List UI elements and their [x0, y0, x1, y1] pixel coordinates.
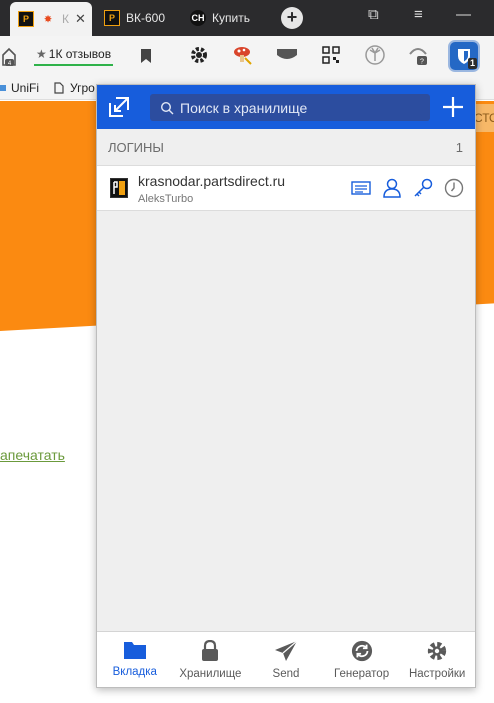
tab-kupit[interactable]: CH Купить [190, 4, 268, 32]
folder-icon [123, 642, 146, 659]
reviews-label: 1К отзывов [48, 47, 112, 61]
tab-vault[interactable]: Хранилище [173, 632, 249, 687]
star-icon: ★ [36, 47, 47, 61]
file-icon [54, 82, 64, 94]
copy-password-icon[interactable] [413, 178, 433, 198]
tab-label: Купить [212, 11, 250, 25]
item-username: AleksTurbo [138, 193, 194, 205]
new-tab-button[interactable]: + [281, 7, 303, 29]
site-favicon [110, 178, 128, 198]
copy-username-icon[interactable] [382, 178, 402, 198]
bookmark-icon[interactable] [136, 44, 156, 68]
cn-icon: CH [190, 10, 206, 26]
tab-settings[interactable]: Настройки [399, 632, 475, 687]
refresh-icon [351, 640, 372, 662]
bitwarden-extension-button[interactable]: 1 [448, 40, 480, 72]
vault-search [150, 94, 430, 121]
nav-label: Хранилище [179, 668, 242, 680]
qr-code-icon[interactable] [320, 44, 342, 66]
lock-icon [202, 640, 219, 661]
tab-send[interactable]: Send [248, 632, 324, 687]
nav-label: Генератор [334, 668, 390, 680]
gear-extension-icon[interactable] [188, 44, 210, 66]
autofill-icon[interactable] [351, 178, 371, 198]
tab-partsdirect[interactable]: P ✸ К ✕ [10, 2, 92, 36]
browser-toolbar: 4 ★ 1К отзывов ? 1 [0, 36, 494, 76]
help-extension-icon[interactable]: ? [407, 44, 429, 66]
tab-label: К [62, 12, 69, 26]
section-header-logins: ЛОГИНЫ 1 [97, 129, 475, 165]
popout-icon[interactable] [107, 95, 131, 119]
browser-tab-bar: P ✸ К ✕ P ВК-600 CH Купить + ⧉ ≡ — [0, 0, 494, 36]
palm-extension-icon[interactable] [364, 44, 386, 66]
send-icon [274, 640, 298, 661]
totp-clock-icon[interactable] [444, 178, 464, 198]
add-item-button[interactable] [441, 95, 465, 119]
bookmark-unifi[interactable]: UniFi [0, 81, 39, 95]
bottom-nav: Вкладка Хранилище Send Генератор Настрой… [97, 631, 475, 687]
item-actions [340, 178, 464, 198]
nav-label: Настройки [408, 668, 466, 680]
nav-label: Вкладка [112, 666, 157, 678]
bookmark-ugro[interactable]: Угро [54, 81, 95, 95]
bookmark-label: Угро [70, 81, 95, 95]
search-input[interactable] [180, 99, 420, 116]
gear-icon [428, 641, 447, 661]
popup-header [97, 85, 475, 129]
home-icon[interactable]: 4 [0, 44, 18, 68]
section-title: ЛОГИНЫ [108, 139, 164, 155]
explosion-icon: ✸ [44, 13, 52, 24]
svg-text:?: ? [420, 59, 424, 66]
section-count: 1 [455, 139, 463, 155]
nav-label: Send [272, 668, 300, 680]
cloud-icon [0, 85, 6, 91]
reviews-button[interactable]: ★ 1К отзывов [34, 44, 114, 66]
tray-extension-icon[interactable] [276, 44, 298, 66]
bookmark-label: UniFi [11, 81, 40, 95]
menu-icon[interactable]: ≡ [414, 6, 423, 23]
badge-count: 1 [467, 58, 477, 69]
bitwarden-popup: ЛОГИНЫ 1 krasnodar.partsdirect.ru AleksT… [96, 84, 476, 688]
partsdirect-icon: P [104, 10, 120, 26]
mushroom-extension-icon[interactable] [231, 44, 253, 66]
minimize-icon[interactable]: — [456, 6, 471, 23]
login-item[interactable]: krasnodar.partsdirect.ru AleksTurbo [97, 165, 475, 211]
tab-current[interactable]: Вкладка [97, 632, 173, 687]
partsdirect-icon: P [18, 11, 34, 27]
tab-label: ВК-600 [126, 11, 166, 25]
plus-icon [443, 97, 463, 117]
bookmarks-panel-icon[interactable]: ⧉ [368, 6, 379, 23]
close-icon[interactable]: ✕ [75, 11, 86, 27]
tab-generator[interactable]: Генератор [324, 632, 400, 687]
tab-vk600[interactable]: P ВК-600 [104, 4, 178, 32]
item-title: krasnodar.partsdirect.ru [138, 173, 286, 189]
print-link[interactable]: апечатать [0, 447, 65, 463]
search-icon [160, 101, 174, 114]
